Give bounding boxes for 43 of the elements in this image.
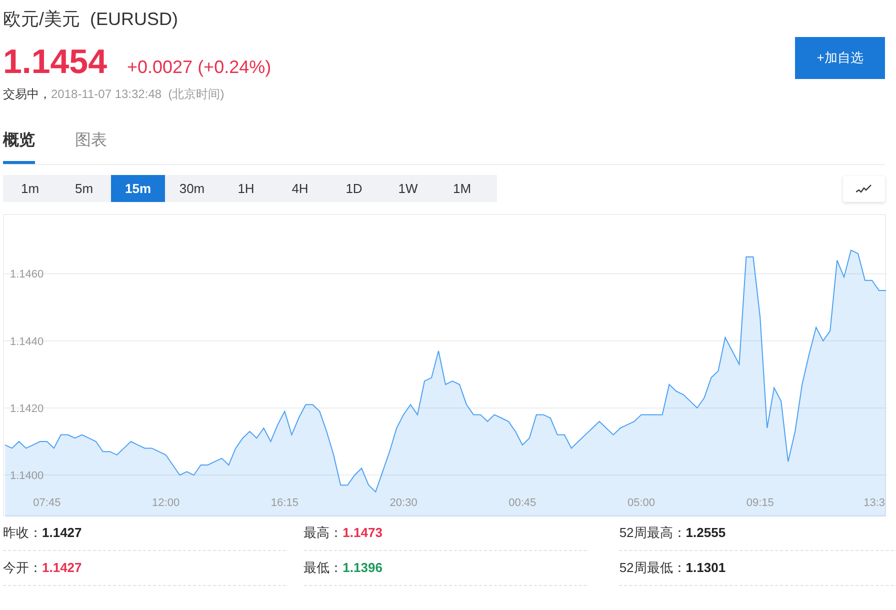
stat-label: 最低： <box>304 559 343 578</box>
period-tab[interactable]: 1W <box>381 175 435 202</box>
stat-value: 1.1473 <box>342 524 382 542</box>
x-tick-label: 20:30 <box>390 497 418 509</box>
stat-label: 今开： <box>3 559 42 578</box>
x-tick-label: 12:00 <box>152 497 180 509</box>
y-tick-label: 1.1400 <box>10 470 44 482</box>
stat-value: 1.2555 <box>686 524 726 542</box>
timestamp: 2018-11-07 13:32:48 (北京时间) <box>51 86 224 103</box>
period-tab[interactable]: 1H <box>219 175 273 202</box>
price-change: +0.0027 (+0.24%) <box>127 56 272 79</box>
stat-value: 1.1396 <box>342 559 382 578</box>
x-tick-label: 07:45 <box>33 497 61 509</box>
period-tab[interactable]: 1D <box>327 175 381 202</box>
chart-type-button[interactable] <box>843 176 885 202</box>
y-tick-label: 1.1420 <box>10 402 44 415</box>
y-tick-label: 1.1460 <box>10 268 44 281</box>
x-tick-label: 13:3 <box>864 497 885 509</box>
period-tab[interactable]: 15m <box>111 175 165 202</box>
x-tick-label: 16:15 <box>270 497 298 509</box>
stat-value: 1.1427 <box>42 524 82 542</box>
period-tab[interactable]: 30m <box>165 175 219 202</box>
period-tab[interactable]: 1m <box>3 175 57 202</box>
stat-label: 52周最低： <box>619 559 686 578</box>
trading-status: 交易中， <box>3 86 51 103</box>
x-tick-label: 00:45 <box>508 497 536 509</box>
x-tick-label: 09:15 <box>746 497 774 509</box>
add-watchlist-button[interactable]: +加自选 <box>795 37 885 79</box>
y-tick-label: 1.1440 <box>10 336 44 348</box>
stat-label: 最高： <box>304 524 343 542</box>
price-value: 1.1454 <box>3 42 107 83</box>
period-tab[interactable]: 1M <box>435 175 489 202</box>
tab[interactable]: 概览 <box>3 129 35 164</box>
line-chart-icon <box>856 184 872 194</box>
stat-label: 52周最高： <box>619 524 686 542</box>
period-tab[interactable]: 5m <box>57 175 111 202</box>
pair-title: 欧元/美元 (EURUSD) <box>3 8 179 30</box>
stat-value: 1.1427 <box>42 559 82 578</box>
stat-label: 昨收： <box>3 524 42 542</box>
tab[interactable]: 图表 <box>75 129 107 164</box>
stat-value: 1.1301 <box>686 559 726 578</box>
period-tab[interactable]: 4H <box>273 175 327 202</box>
x-tick-label: 05:00 <box>628 497 656 509</box>
